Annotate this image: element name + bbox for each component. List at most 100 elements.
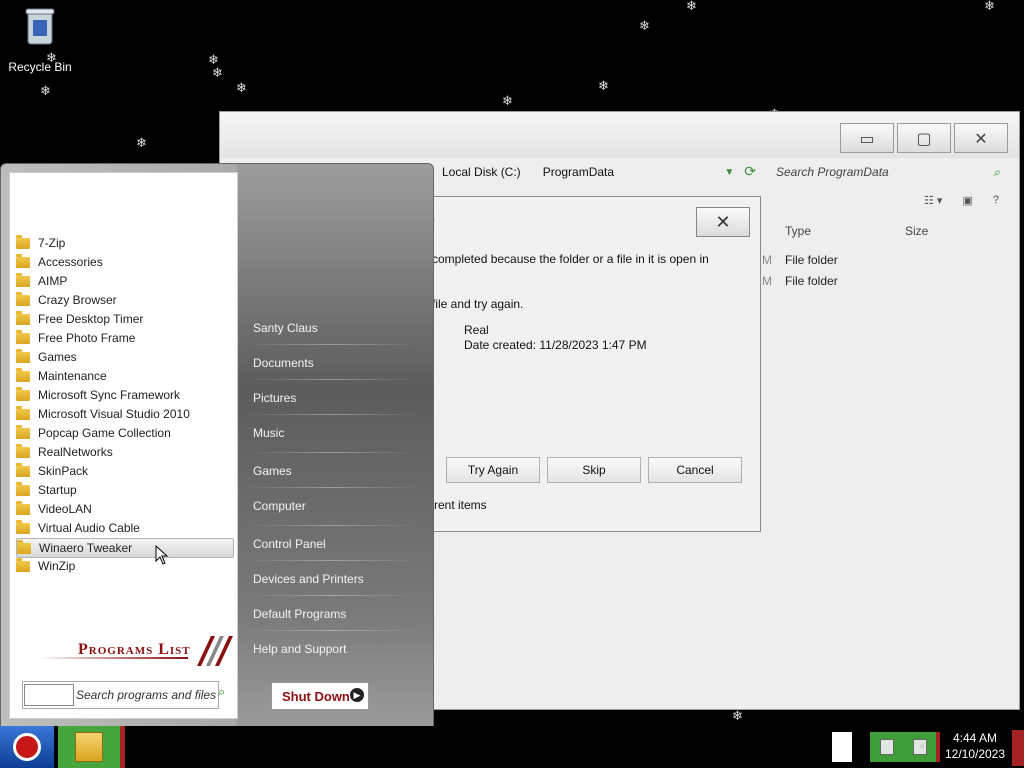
program-label: Virtual Audio Cable bbox=[38, 521, 140, 535]
folder-icon bbox=[16, 310, 30, 325]
start-link[interactable]: Pictures bbox=[253, 391, 296, 405]
start-link[interactable]: Documents bbox=[253, 356, 314, 370]
type-cell: File folder bbox=[785, 274, 838, 288]
column-header-type[interactable]: Type bbox=[785, 224, 811, 238]
search-icon[interactable]: ⌕ bbox=[218, 685, 225, 700]
start-link[interactable]: Music bbox=[253, 426, 284, 440]
search-placeholder: Search ProgramData bbox=[776, 165, 889, 179]
recycle-bin-label: Recycle Bin bbox=[8, 60, 72, 74]
program-folder-item[interactable]: AIMP bbox=[16, 272, 232, 290]
separator bbox=[247, 525, 417, 526]
type-cell: File folder bbox=[785, 253, 838, 267]
taskbar-blank-item[interactable] bbox=[832, 732, 852, 762]
program-folder-item[interactable]: Popcap Game Collection bbox=[16, 424, 232, 442]
dropdown-arrow-icon[interactable]: ▼ bbox=[724, 167, 734, 178]
snowflake-icon: ❄ bbox=[984, 0, 995, 14]
snowflake-icon: ❄ bbox=[732, 709, 743, 724]
separator bbox=[247, 560, 417, 561]
snowflake-icon: ❄ bbox=[212, 66, 223, 81]
folder-icon bbox=[16, 272, 30, 287]
cancel-button[interactable]: Cancel bbox=[648, 457, 742, 483]
program-folder-item[interactable]: Accessories bbox=[16, 253, 232, 271]
start-button[interactable] bbox=[0, 726, 54, 768]
start-link[interactable]: Devices and Printers bbox=[253, 572, 364, 586]
separator bbox=[247, 344, 417, 345]
folder-icon bbox=[16, 424, 30, 439]
close-button[interactable]: ✕ bbox=[954, 123, 1008, 153]
dialog-message-line1: completed because the folder or a file i… bbox=[432, 252, 709, 266]
apply-to-all-checkbox-label[interactable]: rrent items bbox=[430, 498, 487, 512]
program-folder-item[interactable]: Startup bbox=[16, 481, 232, 499]
program-folder-item[interactable]: Free Desktop Timer bbox=[16, 310, 232, 328]
breadcrumb-item[interactable]: ProgramData bbox=[543, 165, 614, 179]
folder-in-use-dialog[interactable]: e ✕ completed because the folder or a fi… bbox=[421, 196, 761, 532]
shutdown-options-arrow-icon[interactable]: ▶ bbox=[350, 688, 364, 702]
start-menu: 7-Zip Accessories AIMP Crazy Browser Free De… bbox=[0, 163, 434, 728]
start-link[interactable]: Games bbox=[253, 464, 292, 478]
recycle-bin-shortcut[interactable]: Recycle Bin bbox=[8, 6, 72, 76]
start-link[interactable]: Help and Support bbox=[253, 642, 346, 656]
program-folder-item[interactable]: Microsoft Sync Framework bbox=[16, 386, 232, 404]
view-options-icon[interactable]: ☷ ▾ bbox=[924, 194, 942, 207]
close-icon: ✕ bbox=[715, 211, 731, 233]
program-folder-item[interactable]: Free Photo Frame bbox=[16, 329, 232, 347]
folder-icon bbox=[16, 443, 30, 458]
notification-area[interactable] bbox=[870, 732, 940, 762]
program-folder-item[interactable]: VideoLAN bbox=[16, 500, 232, 518]
program-folder-item[interactable]: WinZip bbox=[16, 557, 232, 575]
folder-icon bbox=[16, 367, 30, 382]
search-programs-placeholder: Search programs and files bbox=[76, 688, 217, 702]
folder-icon bbox=[16, 291, 30, 306]
program-folder-item[interactable]: SkinPack bbox=[16, 462, 232, 480]
flag-icon[interactable] bbox=[879, 739, 894, 755]
program-label: VideoLAN bbox=[38, 502, 92, 516]
program-folder-item[interactable]: Crazy Browser bbox=[16, 291, 232, 309]
breadcrumb-item[interactable]: Local Disk (C:) bbox=[442, 165, 521, 179]
help-icon[interactable]: ? bbox=[993, 194, 999, 207]
program-label: RealNetworks bbox=[38, 445, 113, 459]
program-folder-item[interactable]: Maintenance bbox=[16, 367, 232, 385]
program-folder-item[interactable]: Microsoft Visual Studio 2010 bbox=[16, 405, 232, 423]
try-again-button[interactable]: Try Again bbox=[446, 457, 540, 483]
program-label: Microsoft Visual Studio 2010 bbox=[38, 407, 190, 421]
address-bar[interactable]: Local Disk (C:) ProgramData ▼ ⟳ bbox=[420, 160, 756, 184]
search-input[interactable]: Search ProgramData ⌕ bbox=[770, 160, 1010, 184]
program-label: Microsoft Sync Framework bbox=[38, 388, 181, 402]
program-label: AIMP bbox=[38, 274, 68, 288]
program-folder-item[interactable]: Virtual Audio Cable bbox=[16, 519, 232, 537]
folder-icon bbox=[16, 481, 30, 496]
refresh-icon[interactable]: ⟳ bbox=[744, 164, 756, 180]
search-programs-input[interactable]: Search programs and files bbox=[22, 681, 219, 709]
search-icon[interactable]: ⌕ bbox=[993, 165, 1000, 180]
start-link[interactable]: Default Programs bbox=[253, 607, 346, 621]
start-link[interactable]: Santy Claus bbox=[253, 321, 318, 335]
mouse-cursor-icon bbox=[155, 545, 169, 565]
minimize-button[interactable]: ▭ bbox=[840, 123, 894, 153]
recycle-bin-icon bbox=[25, 6, 55, 46]
start-link[interactable]: Control Panel bbox=[253, 537, 326, 551]
snowflake-icon: ❄ bbox=[236, 81, 247, 96]
taskbar-explorer-button[interactable] bbox=[58, 726, 125, 768]
clock-date: 12/10/2023 bbox=[944, 747, 1006, 761]
volume-icon[interactable]: 🔈︎ bbox=[920, 739, 928, 754]
program-folder-item[interactable]: Winaero Tweaker bbox=[16, 538, 234, 558]
folder-icon bbox=[16, 500, 30, 515]
start-link[interactable]: Computer bbox=[253, 499, 306, 513]
program-folder-item[interactable]: Games bbox=[16, 348, 232, 366]
maximize-button[interactable]: ▢ bbox=[897, 123, 951, 153]
program-folder-item[interactable]: 7-Zip bbox=[16, 234, 232, 252]
clock[interactable]: 4:44 AM 12/10/2023 bbox=[940, 730, 1010, 762]
shutdown-label: Shut Down bbox=[282, 688, 350, 704]
search-text-caret-box[interactable] bbox=[24, 684, 74, 706]
program-label: Free Desktop Timer bbox=[38, 312, 144, 326]
column-header-size[interactable]: Size bbox=[905, 224, 928, 238]
shutdown-button[interactable]: Shut Down ▶ bbox=[271, 682, 369, 710]
skip-button[interactable]: Skip bbox=[547, 457, 641, 483]
snowflake-icon: ❄ bbox=[686, 0, 697, 14]
snowflake-icon: ❄ bbox=[40, 84, 51, 99]
separator bbox=[247, 414, 417, 415]
preview-pane-icon[interactable]: ▣ bbox=[962, 194, 972, 207]
dialog-close-button[interactable]: ✕ bbox=[696, 207, 750, 237]
program-folder-item[interactable]: RealNetworks bbox=[16, 443, 232, 461]
show-desktop-button[interactable] bbox=[1012, 730, 1024, 766]
